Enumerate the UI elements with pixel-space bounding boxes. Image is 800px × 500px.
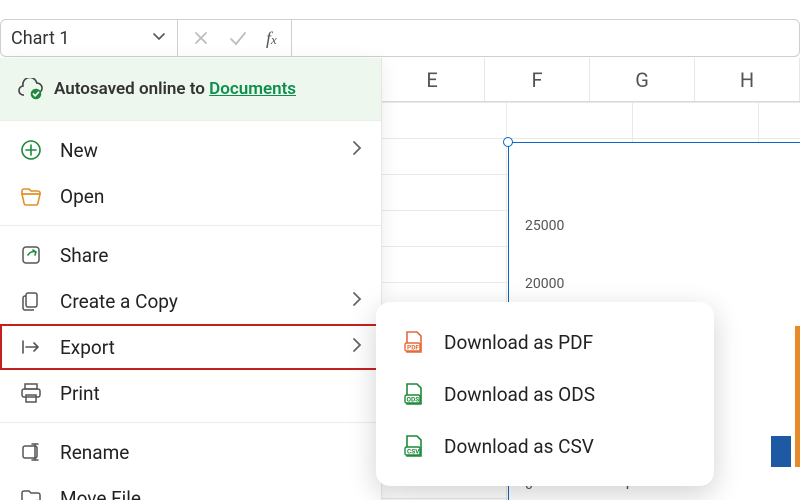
fx-icon[interactable]: fx <box>266 28 277 49</box>
copy-icon <box>18 288 44 314</box>
share-icon <box>18 242 44 268</box>
autosave-banner: Autosaved online to Documents <box>0 58 381 120</box>
formula-input[interactable] <box>291 19 800 57</box>
column-header[interactable]: H <box>695 58 800 101</box>
chevron-right-icon <box>351 139 363 162</box>
chevron-right-icon <box>351 336 363 359</box>
chart-bar <box>771 436 791 467</box>
pdf-file-icon: PDF <box>400 328 428 356</box>
export-pdf[interactable]: PDF Download as PDF <box>382 316 708 368</box>
folder-move-icon <box>18 485 44 500</box>
name-box[interactable]: Chart 1 <box>0 19 178 57</box>
svg-text:ODS: ODS <box>407 396 420 404</box>
export-ods[interactable]: ODS Download as ODS <box>382 368 708 420</box>
menu-share[interactable]: Share <box>0 232 381 278</box>
export-icon <box>18 334 44 360</box>
resize-handle-icon[interactable] <box>503 137 513 147</box>
menu-new[interactable]: New <box>0 127 381 173</box>
autosave-location-link[interactable]: Documents <box>209 79 296 99</box>
print-icon <box>18 380 44 406</box>
chart-bar <box>795 326 800 467</box>
svg-text:PDF: PDF <box>407 344 419 352</box>
menu-export[interactable]: Export <box>0 324 381 370</box>
axis-tick: 20000 <box>525 276 564 292</box>
file-menu: Autosaved online to Documents New Open S… <box>0 58 382 500</box>
chevron-right-icon <box>351 290 363 313</box>
cancel-icon[interactable] <box>192 29 210 47</box>
folder-open-icon <box>18 183 44 209</box>
csv-file-icon: CSV <box>400 432 428 460</box>
accept-icon[interactable] <box>228 29 248 47</box>
menu-open[interactable]: Open <box>0 173 381 219</box>
svg-text:CSV: CSV <box>407 448 420 456</box>
plus-circle-icon <box>18 137 44 163</box>
menu-print[interactable]: Print <box>0 370 381 416</box>
name-box-value: Chart 1 <box>11 28 69 49</box>
column-header[interactable]: F <box>485 58 590 101</box>
axis-tick: 25000 <box>525 218 564 234</box>
chevron-down-icon <box>151 28 167 49</box>
menu-move-file[interactable]: Move File <box>0 475 381 500</box>
menu-create-copy[interactable]: Create a Copy <box>0 278 381 324</box>
column-header[interactable]: E <box>380 58 485 101</box>
column-header[interactable]: G <box>590 58 695 101</box>
export-submenu: PDF Download as PDF ODS Download as ODS … <box>376 302 714 486</box>
menu-rename[interactable]: Rename <box>0 429 381 475</box>
ods-file-icon: ODS <box>400 380 428 408</box>
export-csv[interactable]: CSV Download as CSV <box>382 420 708 472</box>
cloud-check-icon <box>18 76 44 102</box>
rename-icon <box>18 439 44 465</box>
